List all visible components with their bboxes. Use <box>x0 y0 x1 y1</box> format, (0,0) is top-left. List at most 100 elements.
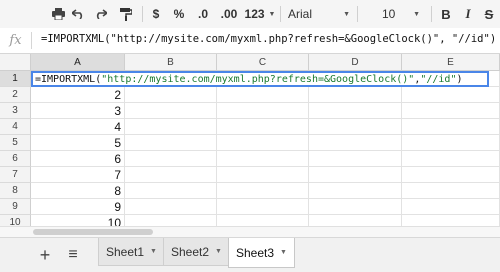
cell-a8[interactable]: 8 <box>31 183 125 199</box>
chevron-down-icon[interactable]: ▼ <box>150 248 157 255</box>
percent-format-button[interactable]: % <box>171 0 187 28</box>
currency-format-button[interactable]: $ <box>149 0 163 28</box>
cell[interactable] <box>402 103 500 119</box>
row-header-4[interactable]: 4 <box>0 119 31 135</box>
sheet-tab-label: Sheet2 <box>171 244 210 259</box>
select-all-corner[interactable] <box>0 54 31 71</box>
row-header-7[interactable]: 7 <box>0 167 31 183</box>
row-header-1[interactable]: 1 <box>0 71 31 87</box>
cell[interactable] <box>125 167 217 183</box>
cell[interactable] <box>309 199 402 215</box>
formula-function-text: =IMPORTXML( <box>35 73 102 85</box>
cell-a3[interactable]: 3 <box>31 103 125 119</box>
row-header-5[interactable]: 5 <box>0 135 31 151</box>
column-header-a[interactable]: A <box>31 54 125 71</box>
font-size-label: 10 <box>382 7 396 21</box>
undo-icon[interactable] <box>70 0 86 28</box>
sheet-tab-sheet2[interactable]: Sheet2 ▼ <box>163 238 230 266</box>
cell[interactable] <box>125 119 217 135</box>
increase-decimals-label: .00 <box>220 7 238 21</box>
sheet-tab-sheet3[interactable]: Sheet3 ▼ <box>228 238 295 268</box>
cell[interactable] <box>217 167 309 183</box>
cell[interactable] <box>309 167 402 183</box>
column-header-b[interactable]: B <box>125 54 217 71</box>
toolbar-divider <box>357 6 358 22</box>
cell-a6[interactable]: 6 <box>31 151 125 167</box>
cell-a4[interactable]: 4 <box>31 119 125 135</box>
row-header-9[interactable]: 9 <box>0 199 31 215</box>
cell[interactable] <box>125 151 217 167</box>
cell[interactable] <box>125 103 217 119</box>
scrollbar-thumb[interactable] <box>33 229 153 235</box>
cell-a9[interactable]: 9 <box>31 199 125 215</box>
decrease-decimals-button[interactable]: .0 <box>193 0 213 28</box>
italic-button[interactable]: I <box>461 0 475 28</box>
cell[interactable] <box>309 183 402 199</box>
paint-format-icon[interactable] <box>118 0 134 28</box>
font-size-dropdown[interactable]: 10 ▼ <box>376 0 422 28</box>
toolbar-divider <box>431 6 432 22</box>
cell[interactable] <box>402 135 500 151</box>
cell[interactable] <box>402 167 500 183</box>
cell[interactable] <box>217 87 309 103</box>
column-header-e[interactable]: E <box>402 54 500 71</box>
active-cell-a1-editor[interactable]: =IMPORTXML("http://mysite.com/myxml.php?… <box>31 71 489 87</box>
cell[interactable] <box>125 183 217 199</box>
cell[interactable] <box>402 199 500 215</box>
number-format-dropdown[interactable]: 123 ▼ <box>243 0 277 28</box>
cell[interactable] <box>309 103 402 119</box>
redo-icon[interactable] <box>92 0 108 28</box>
cell-a5[interactable]: 5 <box>31 135 125 151</box>
cell[interactable] <box>402 183 500 199</box>
cell[interactable] <box>309 87 402 103</box>
cell-a7[interactable]: 7 <box>31 167 125 183</box>
sheet-tab-bar: + ≡ Sheet1 ▼ Sheet2 ▼ Sheet3 ▼ <box>0 237 500 272</box>
cell[interactable] <box>402 87 500 103</box>
cell[interactable] <box>489 71 500 87</box>
formula-bar-divider <box>31 32 32 49</box>
cell[interactable] <box>125 135 217 151</box>
cell-a2[interactable]: 2 <box>31 87 125 103</box>
spreadsheet-grid: A B C D E 1 2 3 4 5 6 7 8 9 10 2 3 4 5 6… <box>0 54 500 231</box>
increase-decimals-button[interactable]: .00 <box>218 0 240 28</box>
chevron-down-icon[interactable]: ▼ <box>280 249 287 256</box>
row-header-8[interactable]: 8 <box>0 183 31 199</box>
column-header-c[interactable]: C <box>217 54 309 71</box>
cell[interactable] <box>309 119 402 135</box>
cell[interactable] <box>217 119 309 135</box>
column-header-d[interactable]: D <box>309 54 402 71</box>
strikethrough-button[interactable]: S <box>481 0 497 28</box>
cell[interactable] <box>402 151 500 167</box>
cell[interactable] <box>309 135 402 151</box>
row-header-2[interactable]: 2 <box>0 87 31 103</box>
formula-url-string: "http://mysite.com/myxml.php?refresh=&Go… <box>101 73 415 85</box>
all-sheets-list-icon[interactable]: ≡ <box>64 238 82 272</box>
toolbar: $ % .0 .00 123 ▼ Arial ▼ 10 ▼ B I S <box>0 0 500 29</box>
cell[interactable] <box>125 199 217 215</box>
chevron-down-icon[interactable]: ▼ <box>215 248 222 255</box>
cell[interactable] <box>217 151 309 167</box>
sheet-tab-label: Sheet3 <box>236 245 275 260</box>
row-header-3[interactable]: 3 <box>0 103 31 119</box>
row-header-6[interactable]: 6 <box>0 151 31 167</box>
function-icon: fx <box>9 33 22 48</box>
cell[interactable] <box>125 87 217 103</box>
cell[interactable] <box>217 183 309 199</box>
formula-input[interactable]: =IMPORTXML("http://mysite.com/myxml.php?… <box>41 33 496 45</box>
font-family-dropdown[interactable]: Arial ▼ <box>284 0 354 28</box>
cell[interactable] <box>402 119 500 135</box>
cell[interactable] <box>217 135 309 151</box>
chevron-down-icon: ▼ <box>413 10 420 18</box>
toolbar-divider <box>280 6 281 22</box>
cell[interactable] <box>217 103 309 119</box>
sheet-tab-sheet1[interactable]: Sheet1 ▼ <box>98 238 165 266</box>
cell[interactable] <box>309 151 402 167</box>
toolbar-divider <box>142 6 143 22</box>
print-icon[interactable] <box>50 0 66 28</box>
bold-button[interactable]: B <box>438 0 454 28</box>
cell[interactable] <box>217 199 309 215</box>
sheet-tab-label: Sheet1 <box>106 244 145 259</box>
formula-xpath-string: "//id" <box>420 73 457 85</box>
add-sheet-button[interactable]: + <box>36 238 54 272</box>
horizontal-scrollbar[interactable] <box>0 226 500 237</box>
